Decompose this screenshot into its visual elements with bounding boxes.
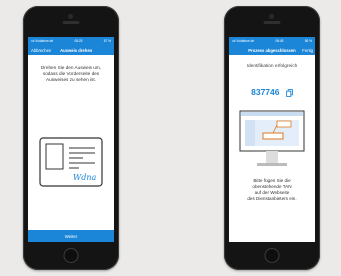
tan-row: 837746 [229, 87, 315, 97]
done-button[interactable]: Fertig [302, 48, 313, 53]
screen-left: ıııl Vodafone.de 08:25 67 % Abbrechen Au… [28, 37, 114, 242]
status-time: 08:45 [275, 39, 284, 43]
front-camera [68, 14, 73, 19]
status-time: 08:25 [74, 39, 83, 43]
weiter-button[interactable]: Weiter [28, 230, 114, 242]
nav-bar: Prozess abgeschlossen Fertig [229, 45, 315, 55]
page-title: Prozess abgeschlossen [248, 47, 296, 53]
id-card-illustration: Wdna [39, 137, 103, 187]
signature: Wdna [73, 173, 96, 182]
tan-code: 837746 [251, 87, 280, 97]
speaker-grille [62, 21, 80, 24]
phone-right: ıııl Vodafone.de 08:45 56 % Prozess abge… [224, 6, 320, 270]
instruction-text: Drehen Sie den Ausweis um, sodass die Vo… [40, 65, 102, 83]
copy-icon[interactable] [286, 88, 293, 97]
monitor-illustration [239, 110, 305, 166]
home-button[interactable] [63, 248, 79, 263]
status-bar: ıııl Vodafone.de 08:45 56 % [229, 37, 315, 45]
speaker-grille [263, 21, 281, 24]
cancel-button[interactable]: Abbrechen [31, 48, 51, 53]
status-carrier: ıııl Vodafone.de [232, 39, 255, 43]
page-title: Ausweis drehen [60, 47, 93, 53]
status-battery: 56 % [304, 39, 312, 43]
nav-bar: Abbrechen Ausweis drehen [28, 45, 114, 55]
status-battery: 67 % [103, 39, 111, 43]
screen-right: ıııl Vodafone.de 08:45 56 % Prozess abge… [229, 37, 315, 242]
home-button[interactable] [264, 248, 280, 263]
info-text: Bitte fügen Sie die obenstehende TAN auf… [229, 178, 315, 202]
front-camera [269, 14, 274, 19]
status-carrier: ıııl Vodafone.de [31, 39, 54, 43]
success-message: Identifikation erfolgreich [246, 64, 298, 69]
status-bar: ıııl Vodafone.de 08:25 67 % [28, 37, 114, 45]
phone-left: ıııl Vodafone.de 08:25 67 % Abbrechen Au… [23, 6, 119, 270]
info-line: des Dienstanbieters ein. [247, 196, 297, 201]
